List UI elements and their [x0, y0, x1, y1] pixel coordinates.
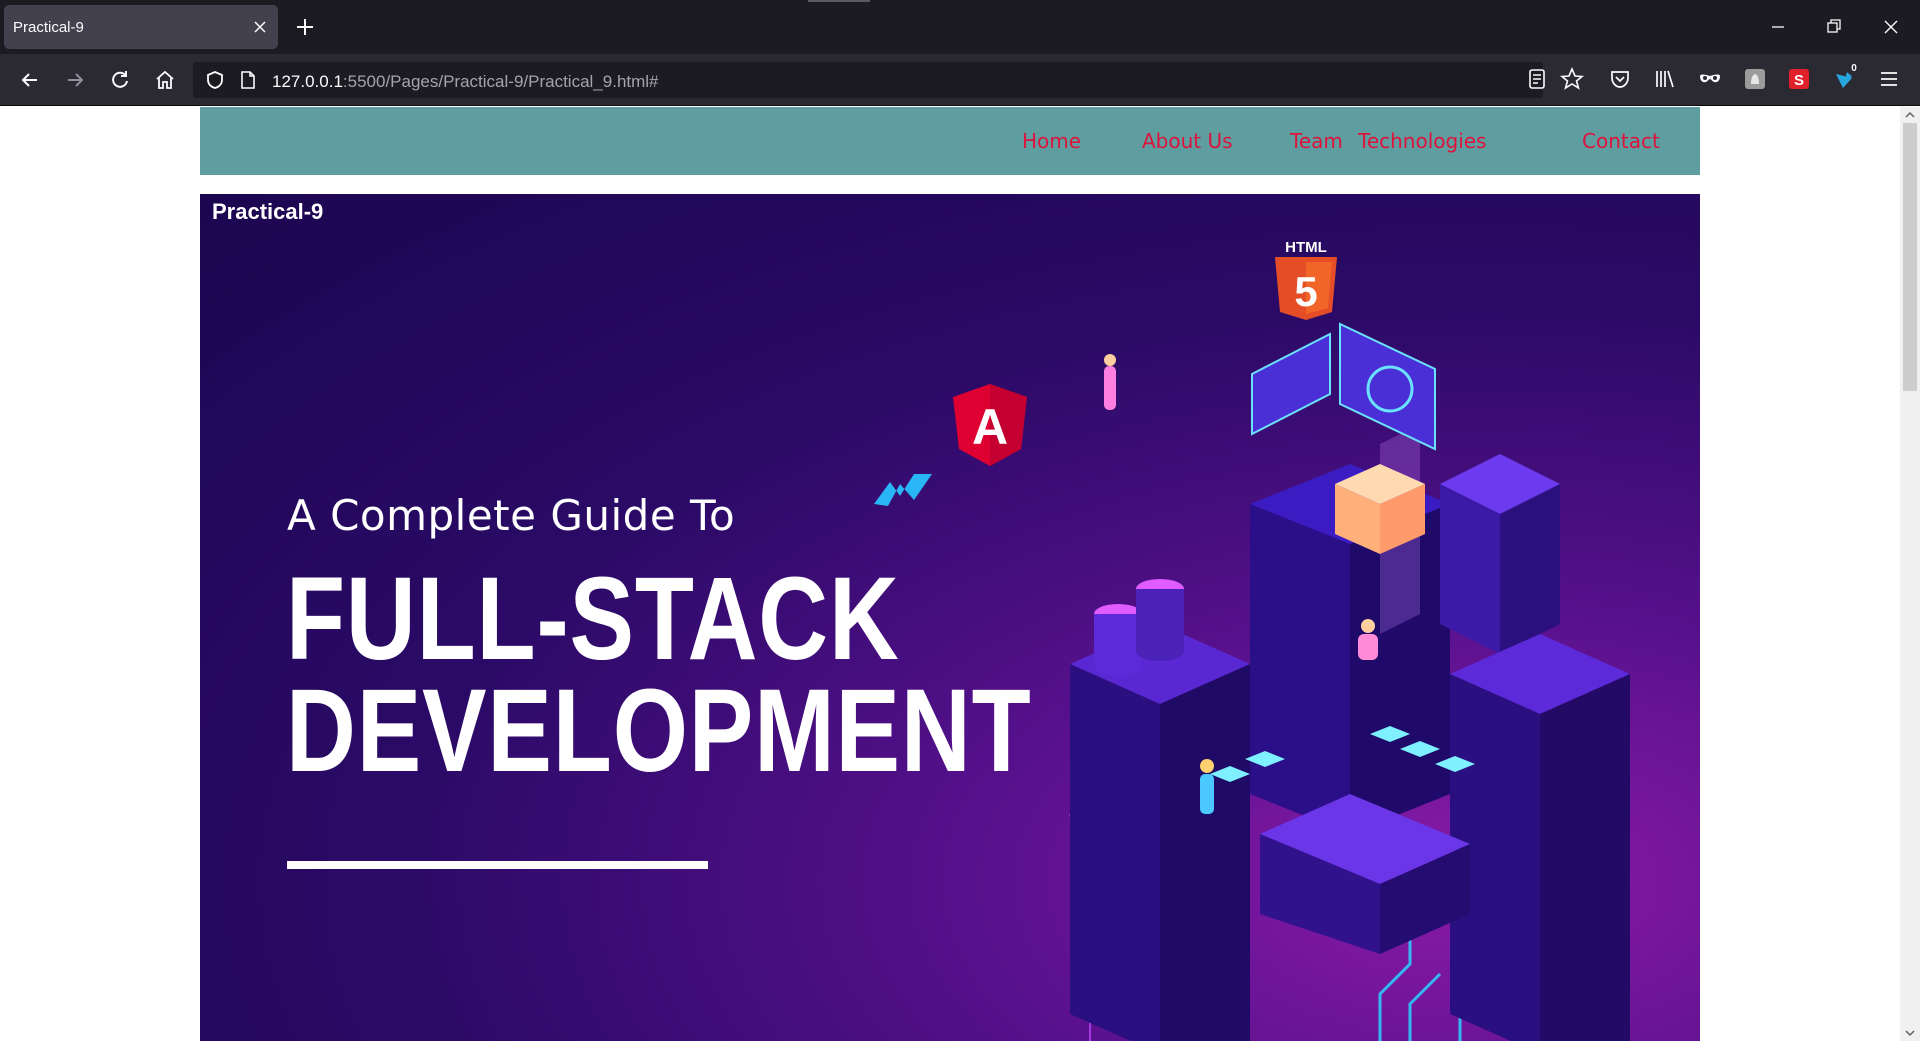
hero-title-line1: FULL-STACK: [286, 553, 900, 685]
menu-icon[interactable]: [1876, 66, 1902, 92]
library-icon[interactable]: [1652, 66, 1678, 92]
extension-badge: 0: [1847, 62, 1861, 76]
reader-view-icon[interactable]: [1524, 66, 1550, 92]
scroll-thumb[interactable]: [1903, 123, 1917, 391]
mask-icon[interactable]: [1697, 66, 1723, 92]
hero-label: Practical-9: [212, 199, 324, 224]
tab-bar: Practical-9: [0, 0, 1920, 54]
close-tab-icon[interactable]: [250, 17, 270, 37]
minimize-icon[interactable]: [1765, 14, 1791, 40]
nav-link-team[interactable]: Team: [1290, 129, 1343, 153]
s-extension-icon[interactable]: S: [1786, 66, 1812, 92]
browser-toolbar: 127.0.0.1:5500/Pages/Practical-9/Practic…: [0, 54, 1920, 106]
site-navbar: Home About Us Team Technologies Contact: [200, 107, 1700, 175]
nav-link-technologies[interactable]: Technologies: [1358, 129, 1486, 153]
reload-icon[interactable]: [107, 67, 133, 93]
nav-link-contact[interactable]: Contact: [1582, 129, 1660, 153]
home-icon[interactable]: [152, 67, 178, 93]
tab-title: Practical-9: [13, 19, 84, 36]
url-path: :5500/Pages/Practical-9/Practical_9.html…: [342, 72, 659, 91]
scroll-up-icon[interactable]: [1904, 109, 1916, 121]
svg-text:A: A: [972, 399, 1008, 455]
back-icon[interactable]: [17, 67, 43, 93]
restore-icon[interactable]: [1821, 14, 1847, 40]
svg-text:S: S: [1794, 72, 1804, 89]
url-host: 127.0.0.1: [272, 72, 343, 91]
nav-link-home[interactable]: Home: [1022, 129, 1081, 153]
url-text[interactable]: 127.0.0.1:5500/Pages/Practical-9/Practic…: [272, 72, 659, 92]
hero-underline: [287, 861, 708, 869]
active-tab[interactable]: Practical-9: [4, 5, 278, 49]
extension-icon[interactable]: [1742, 66, 1768, 92]
svg-text:5: 5: [1294, 268, 1317, 315]
new-tab-icon[interactable]: [292, 14, 318, 40]
close-window-icon[interactable]: [1878, 14, 1904, 40]
html-badge-text: HTML: [1285, 239, 1327, 256]
forward-icon[interactable]: [62, 67, 88, 93]
hero-banner: A HTML 5 Practical-9 A Complete Guide To…: [200, 194, 1700, 1041]
url-bar[interactable]: 127.0.0.1:5500/Pages/Practical-9/Practic…: [193, 62, 1543, 98]
bookmark-star-icon[interactable]: [1559, 66, 1585, 92]
page-viewport: Home About Us Team Technologies Contact: [0, 107, 1900, 1041]
hero-title-line2: DEVELOPMENT: [286, 665, 1032, 797]
scroll-down-icon[interactable]: [1904, 1027, 1916, 1039]
hero-subtitle: A Complete Guide To: [287, 491, 736, 540]
page-scrollbar[interactable]: [1900, 107, 1920, 1041]
drag-indicator: [808, 0, 870, 2]
nav-link-about-us[interactable]: About Us: [1142, 129, 1233, 153]
page-icon[interactable]: [237, 69, 259, 91]
pocket-icon[interactable]: [1607, 66, 1633, 92]
shield-icon[interactable]: [204, 69, 226, 91]
